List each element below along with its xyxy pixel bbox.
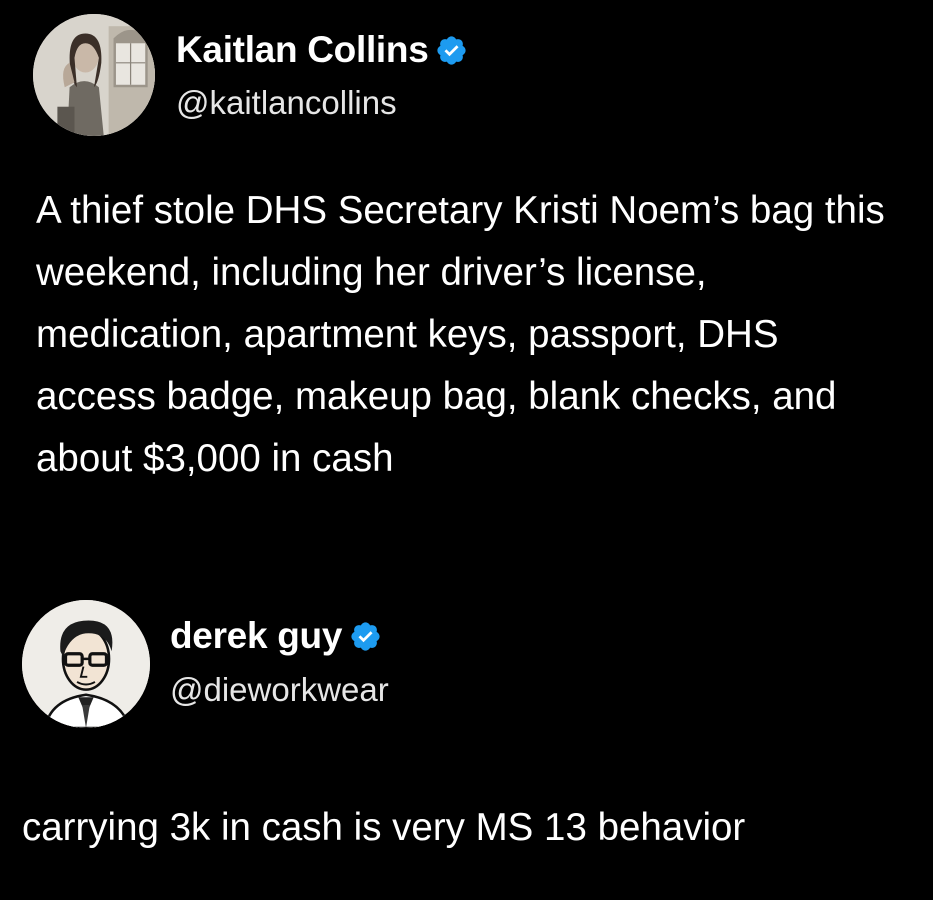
avatar[interactable] [22,600,150,728]
display-name[interactable]: Kaitlan Collins [176,28,429,72]
author-row: derek guy [170,614,382,658]
display-name[interactable]: derek guy [170,614,342,658]
illustrated-portrait-icon [22,600,150,728]
tweet-text: A thief stole DHS Secretary Kristi Noem’… [36,189,885,480]
verified-badge-icon [435,34,468,67]
avatar[interactable] [33,14,155,136]
author-row: Kaitlan Collins [176,28,468,72]
handle[interactable]: @dieworkwear [170,670,389,710]
handle[interactable]: @kaitlancollins [176,83,397,123]
tweet-text: carrying 3k in cash is very MS 13 behavi… [22,806,746,849]
verified-badge-icon [349,620,382,653]
profile-photo-icon [33,14,155,136]
